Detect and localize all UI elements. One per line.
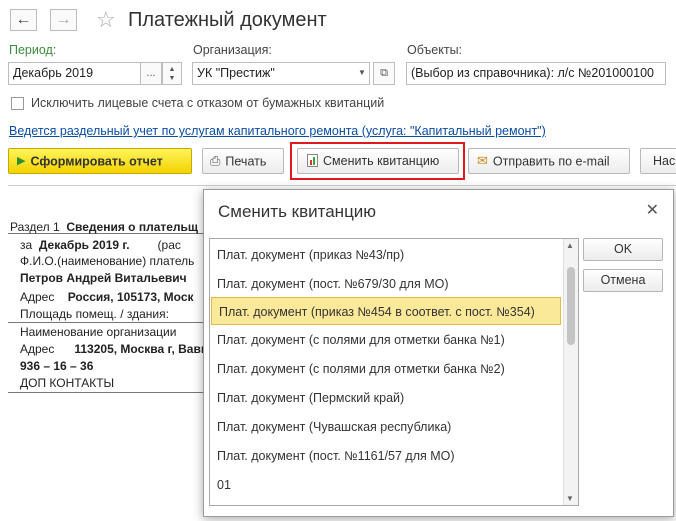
exclude-accounts-checkbox[interactable] xyxy=(11,97,24,110)
scrollbar-thumb[interactable] xyxy=(567,267,575,345)
org-name-label: Наименование организации xyxy=(20,325,177,339)
organization-label: Организация: xyxy=(193,43,272,57)
list-item[interactable]: Плат. документ (Пермский край) xyxy=(210,384,563,412)
org-address-value: 113205, Москва г, Вавь xyxy=(74,342,209,356)
org-phone: 936 – 16 – 36 xyxy=(20,359,94,373)
org-contacts: ДОП КОНТАКТЫ xyxy=(20,376,115,390)
chevron-down-icon: ▼ xyxy=(358,68,366,77)
receipt-list[interactable]: Плат. документ (приказ №43/пр) Плат. док… xyxy=(209,238,579,506)
settings-button[interactable]: Нас xyxy=(640,148,676,174)
address-label: Адрес xyxy=(20,290,55,304)
print-icon: ⎙ xyxy=(210,153,221,168)
page-title: Платежный документ xyxy=(128,9,327,31)
period-line: за Декабрь 2019 г. (рас xyxy=(20,238,181,252)
cancel-button[interactable]: Отмена xyxy=(583,269,663,292)
list-item[interactable]: Плат. документ (с полями для отметки бан… xyxy=(210,355,563,383)
settings-label: Нас xyxy=(653,154,676,168)
close-icon[interactable]: ✕ xyxy=(646,200,659,220)
generate-report-label: Сформировать отчет xyxy=(30,154,163,169)
list-scrollbar[interactable]: ▲ ▼ xyxy=(563,239,578,505)
list-item[interactable]: Плат. документ (с полями для отметки бан… xyxy=(210,326,563,354)
generate-report-button[interactable]: ▶ Сформировать отчет xyxy=(8,148,192,174)
document-period: Декабрь 2019 г. xyxy=(38,238,130,252)
send-email-label: Отправить по e-mail xyxy=(492,154,610,169)
document-divider xyxy=(8,185,676,186)
period-label: Период: xyxy=(9,43,57,57)
print-label: Печать xyxy=(225,154,267,169)
open-icon: ⧉ xyxy=(380,67,388,79)
arrow-left-icon: ← xyxy=(15,11,32,28)
envelope-icon: ✉ xyxy=(477,153,488,168)
change-receipt-dialog: Сменить квитанцию ✕ Плат. документ (прик… xyxy=(203,189,674,517)
forward-button[interactable]: → xyxy=(50,9,77,31)
period-select-button[interactable]: ... xyxy=(140,62,162,85)
area-label: Площадь помещ. / здания: xyxy=(20,307,169,321)
list-item[interactable]: Плат. документ (Чувашская республика) xyxy=(210,413,563,441)
highlight-frame xyxy=(290,142,465,180)
ok-button[interactable]: OK xyxy=(583,238,663,261)
print-button[interactable]: ⎙ Печать xyxy=(202,148,284,174)
stepper-icon: ▲ ▼ xyxy=(168,66,176,82)
payer-name: Петров Андрей Витальевич xyxy=(20,271,187,285)
period-field[interactable]: Декабрь 2019 xyxy=(8,62,141,85)
objects-field[interactable]: (Выбор из справочника): л/с №201000100 xyxy=(406,62,666,85)
period-stepper[interactable]: ▲ ▼ xyxy=(162,62,182,85)
section-number: Раздел 1 xyxy=(10,220,60,234)
back-button[interactable]: ← xyxy=(10,9,37,31)
scroll-up-icon[interactable]: ▲ xyxy=(566,241,574,250)
arrow-right-icon: → xyxy=(55,11,72,28)
org-address-line: Адрес 113205, Москва г, Вавь xyxy=(20,342,208,356)
star-icon[interactable]: ☆ xyxy=(96,7,116,33)
list-item[interactable]: Плат. документ (пост. №1161/57 для МО) xyxy=(210,442,563,470)
organization-field[interactable]: УК "Престиж" xyxy=(192,62,370,85)
address-line: Адрес Россия, 105173, Моск xyxy=(20,290,194,304)
document-line xyxy=(8,392,230,393)
organization-open-button[interactable]: ⧉ xyxy=(373,62,395,85)
for-label: за xyxy=(20,238,33,252)
scroll-down-icon[interactable]: ▼ xyxy=(566,494,574,503)
org-address-label: Адрес xyxy=(20,342,55,356)
list-item[interactable]: Плат. документ (пост. №679/30 для МО) xyxy=(210,270,563,298)
dialog-title: Сменить квитанцию xyxy=(218,202,377,221)
payer-label: Ф.И.О.(наименование) платель xyxy=(20,254,195,268)
organization-dropdown[interactable]: ▼ xyxy=(353,62,371,85)
list-item-selected[interactable]: Плат. документ (приказ №454 в соответ. с… xyxy=(211,297,561,325)
exclude-accounts-label: Исключить лицевые счета с отказом от бум… xyxy=(31,96,385,110)
send-email-button[interactable]: ✉ Отправить по e-mail xyxy=(468,148,630,174)
section-label: Раздел 1 Сведения о плательщ xyxy=(10,220,198,234)
objects-label: Объекты: xyxy=(407,43,463,57)
capital-repair-link[interactable]: Ведется раздельный учет по услугам капит… xyxy=(9,124,546,138)
section-title: Сведения о плательщ xyxy=(66,220,199,234)
document-line xyxy=(8,322,230,323)
address-value: Россия, 105173, Моск xyxy=(67,290,194,304)
period-suffix: (рас xyxy=(157,238,181,252)
list-item[interactable]: 01 xyxy=(210,471,563,499)
list-item[interactable]: Плат. документ (приказ №43/пр) xyxy=(210,241,563,269)
play-icon: ▶ xyxy=(17,155,26,167)
